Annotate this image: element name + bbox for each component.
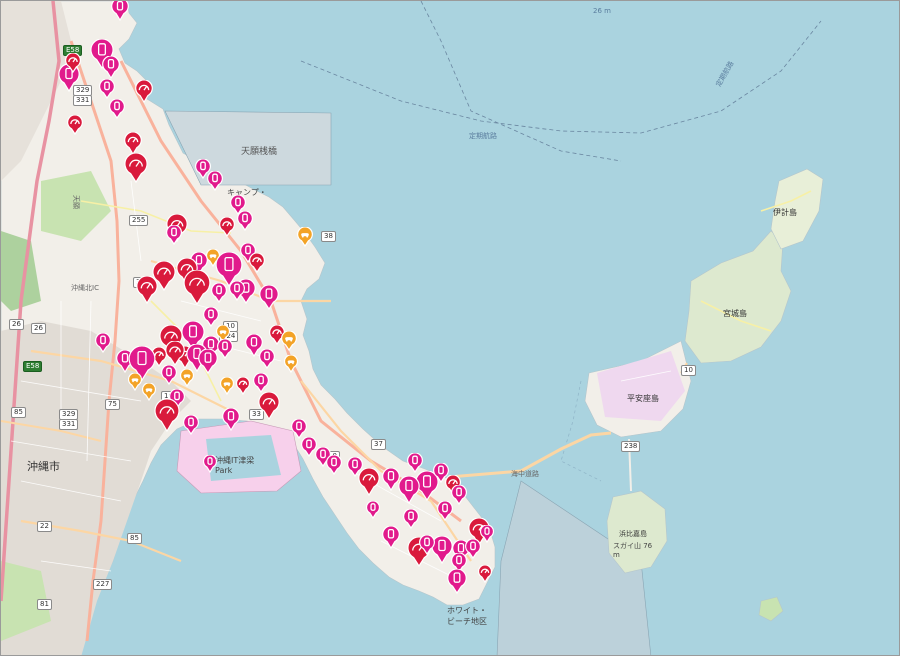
route-shield: 331 bbox=[73, 95, 93, 106]
phone-marker-icon[interactable] bbox=[259, 285, 279, 310]
phone-marker-icon[interactable] bbox=[237, 211, 253, 232]
phone-marker-icon[interactable] bbox=[211, 283, 227, 304]
phone-marker-icon[interactable] bbox=[161, 365, 177, 386]
label-okinawa-north-ic: 沖縄北IC bbox=[71, 284, 99, 292]
route-shield: 38 bbox=[321, 231, 336, 242]
route-shield: 85 bbox=[11, 407, 26, 418]
label-tengan: 天願 bbox=[72, 195, 80, 209]
gauge-marker-icon[interactable] bbox=[124, 152, 148, 183]
phone-marker-icon[interactable] bbox=[419, 535, 435, 556]
route-shield: 227 bbox=[93, 579, 113, 590]
gauge-marker-icon[interactable] bbox=[136, 275, 158, 304]
phone-marker-icon[interactable] bbox=[198, 349, 218, 374]
phone-marker-icon[interactable] bbox=[203, 454, 217, 473]
route-shield: 85 bbox=[127, 533, 142, 544]
gauge-marker-icon[interactable] bbox=[249, 253, 265, 274]
label-hamahiga-peak: スガイ山 76 m bbox=[613, 542, 653, 559]
phone-marker-icon[interactable] bbox=[382, 526, 400, 550]
phone-marker-icon[interactable] bbox=[291, 419, 307, 440]
label-miyagi-island: 宮城島 bbox=[723, 309, 747, 318]
phone-marker-icon[interactable] bbox=[465, 539, 481, 560]
gauge-marker-icon[interactable] bbox=[135, 80, 153, 104]
label-hamahiga-island: 浜比嘉島 bbox=[619, 530, 647, 538]
gauge-marker-icon[interactable] bbox=[67, 115, 83, 136]
phone-marker-icon[interactable] bbox=[166, 225, 182, 246]
gauge-marker-icon[interactable] bbox=[165, 341, 185, 366]
route-shield: 331 bbox=[59, 419, 79, 430]
phone-marker-icon[interactable] bbox=[109, 99, 125, 120]
route-shield: 26 bbox=[9, 319, 24, 330]
car-marker-icon[interactable] bbox=[284, 354, 298, 373]
phone-marker-icon[interactable] bbox=[480, 524, 494, 543]
phone-marker-icon[interactable] bbox=[451, 485, 467, 506]
gauge-marker-icon[interactable] bbox=[154, 399, 180, 433]
route-shield: 238 bbox=[621, 441, 641, 452]
car-marker-icon[interactable] bbox=[180, 368, 194, 387]
phone-marker-icon[interactable] bbox=[111, 1, 129, 22]
route-shield: 26 bbox=[31, 323, 46, 334]
label-seaway-b: 定期航路 bbox=[469, 132, 497, 140]
phone-marker-icon[interactable] bbox=[403, 509, 419, 530]
route-shield: E58 bbox=[23, 361, 43, 372]
label-depth: 26 m bbox=[593, 7, 611, 15]
gauge-marker-icon[interactable] bbox=[478, 564, 492, 583]
car-marker-icon[interactable] bbox=[128, 372, 142, 391]
phone-marker-icon[interactable] bbox=[366, 500, 380, 519]
route-shield: 81 bbox=[37, 599, 52, 610]
gauge-marker-icon[interactable] bbox=[219, 217, 235, 238]
label-heianza-island: 平安座島 bbox=[627, 394, 659, 403]
label-white-beach: ホワイト・ビーチ地区 bbox=[447, 606, 487, 626]
label-ikei-island: 伊計島 bbox=[773, 208, 797, 217]
phone-marker-icon[interactable] bbox=[102, 56, 120, 80]
gauge-marker-icon[interactable] bbox=[258, 391, 280, 420]
route-shield: 75 bbox=[105, 399, 120, 410]
phone-marker-icon[interactable] bbox=[447, 569, 467, 594]
phone-marker-icon[interactable] bbox=[222, 408, 240, 432]
label-kaichu-road: 海中道路 bbox=[511, 470, 539, 478]
phone-marker-icon[interactable] bbox=[183, 415, 199, 436]
label-tengan-pier: 天願桟橋 bbox=[241, 147, 278, 157]
phone-marker-icon[interactable] bbox=[95, 333, 111, 354]
route-shield: 10 bbox=[681, 365, 696, 376]
map-viewport[interactable]: 沖縄市 天願桟橋 キャンプ・ 平安座島 宮城島 伊計島 浜比嘉島 スガイ山 76… bbox=[0, 0, 900, 656]
gauge-marker-icon[interactable] bbox=[236, 376, 250, 395]
route-shield: 22 bbox=[37, 521, 52, 532]
phone-marker-icon[interactable] bbox=[99, 79, 115, 100]
phone-marker-icon[interactable] bbox=[398, 475, 420, 504]
car-marker-icon[interactable] bbox=[281, 331, 297, 352]
gauge-marker-icon[interactable] bbox=[65, 53, 81, 74]
label-it-park: 沖縄IT津梁Park bbox=[215, 456, 255, 475]
car-marker-icon[interactable] bbox=[142, 382, 156, 401]
car-marker-icon[interactable] bbox=[297, 227, 313, 248]
car-marker-icon[interactable] bbox=[220, 376, 234, 395]
phone-marker-icon[interactable] bbox=[326, 455, 342, 476]
gauge-marker-icon[interactable] bbox=[183, 270, 211, 306]
label-okinawa-city: 沖縄市 bbox=[27, 460, 60, 473]
phone-marker-icon[interactable] bbox=[253, 373, 269, 394]
phone-marker-icon[interactable] bbox=[437, 501, 453, 522]
phone-marker-icon[interactable] bbox=[229, 281, 245, 302]
gauge-marker-icon[interactable] bbox=[358, 467, 380, 496]
route-shield: 255 bbox=[129, 215, 149, 226]
phone-marker-icon[interactable] bbox=[217, 339, 233, 360]
phone-marker-icon[interactable] bbox=[259, 349, 275, 370]
phone-marker-icon[interactable] bbox=[207, 171, 223, 192]
route-shield: 37 bbox=[371, 439, 386, 450]
